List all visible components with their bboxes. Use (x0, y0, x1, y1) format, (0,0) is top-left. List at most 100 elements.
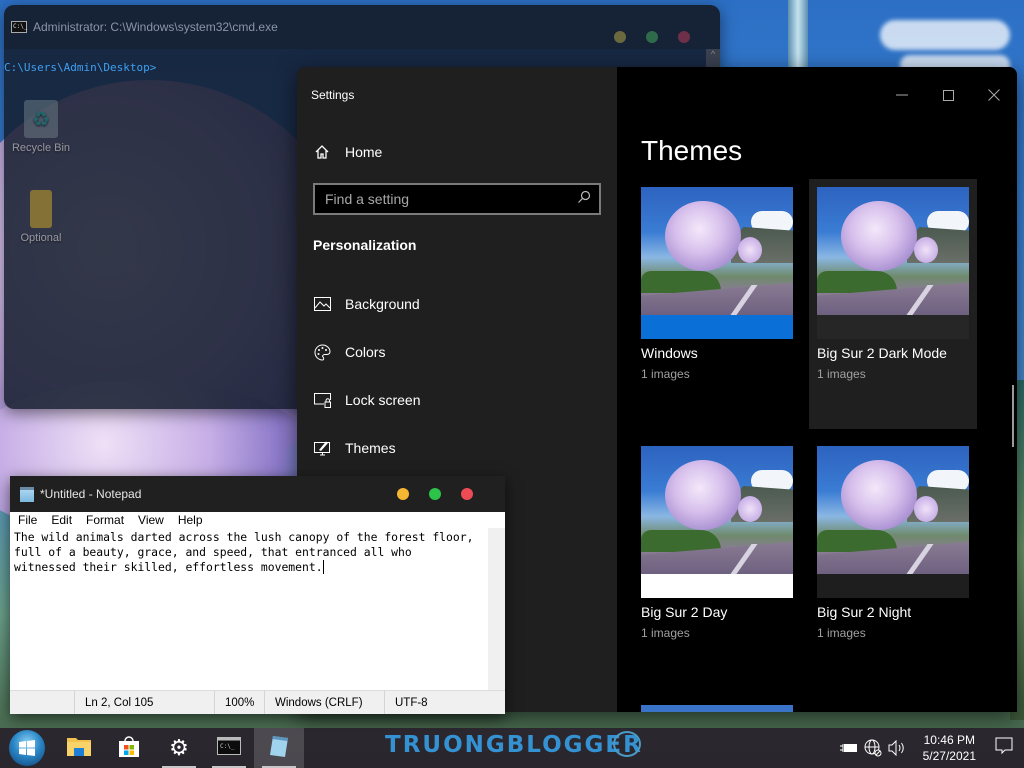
notepad-text-area[interactable]: The wild animals darted across the lush … (10, 528, 488, 690)
desktop-icon-label: Recycle Bin (11, 142, 71, 154)
page-title: Themes (641, 135, 743, 166)
notepad-title: *Untitled - Notepad (40, 487, 142, 501)
cmd-window-icon: C:\_ (11, 21, 27, 33)
taskbar-settings[interactable]: ⚙ (154, 728, 204, 768)
nav-colors-label: Colors (345, 344, 386, 360)
taskbar-file-explorer[interactable] (54, 728, 104, 768)
cmd-minimize-button[interactable] (614, 31, 626, 43)
cmd-maximize-button[interactable] (646, 31, 658, 43)
folder-icon (30, 190, 52, 228)
notepad-content: The wild animals darted across the lush … (14, 530, 474, 574)
cmd-close-button[interactable] (678, 31, 690, 43)
theme-name: Big Sur 2 Dark Mode (817, 345, 947, 361)
theme-image-count: 1 images (641, 367, 690, 381)
menu-help[interactable]: Help (178, 513, 203, 527)
store-icon (118, 735, 140, 762)
home-icon (313, 143, 331, 161)
nav-themes[interactable]: Themes (313, 439, 396, 457)
cmd-scroll-up-button[interactable]: ^ (706, 49, 720, 69)
themes-pane: Themes Windows 1 images Big Sur 2 Dark M… (617, 67, 1017, 712)
themes-scrollbar[interactable] (1012, 385, 1014, 447)
text-caret (322, 560, 324, 574)
lock-screen-icon (313, 391, 331, 409)
theme-thumbnail (817, 187, 969, 339)
theme-card-big-sur-2-day[interactable]: Big Sur 2 Day 1 images (633, 438, 801, 688)
minimize-button[interactable] (879, 81, 925, 109)
notepad-window-controls (397, 488, 473, 500)
network-icon[interactable] (861, 728, 885, 768)
desktop-icon-recycle-bin[interactable]: ♻ Recycle Bin (6, 100, 76, 154)
nav-lock-screen-label: Lock screen (345, 392, 421, 408)
theme-accent-bar (817, 315, 969, 339)
settings-window-title: Settings (311, 88, 355, 102)
nav-themes-label: Themes (345, 440, 396, 456)
theme-card-big-sur-2-dark-mode[interactable]: Big Sur 2 Dark Mode 1 images (809, 179, 977, 429)
notification-icon (995, 737, 1013, 760)
theme-card-big-sur-2-night[interactable]: Big Sur 2 Night 1 images (809, 438, 977, 688)
nav-background[interactable]: Background (313, 295, 420, 313)
palette-icon (313, 343, 331, 361)
theme-thumbnail (817, 446, 969, 598)
notepad-maximize-button[interactable] (429, 488, 441, 500)
theme-image-count: 1 images (817, 367, 866, 381)
system-tray: 10:46 PM 5/27/2021 (837, 728, 1024, 768)
nav-home-label: Home (345, 144, 383, 160)
clock[interactable]: 10:46 PM 5/27/2021 (915, 732, 984, 764)
status-zoom: 100% (214, 691, 264, 714)
theme-accent-bar (817, 574, 969, 598)
desktop-icon-label: Optional (20, 232, 62, 244)
cmd-icon: C:\_ (217, 736, 241, 760)
desktop-icon-optional[interactable]: Optional (6, 190, 76, 244)
status-encoding: UTF-8 (384, 691, 505, 714)
gear-icon: ⚙ (169, 735, 189, 760)
theme-preview-image (817, 446, 969, 574)
notepad-status-bar: Ln 2, Col 105 100% Windows (CRLF) UTF-8 (10, 690, 505, 714)
start-button[interactable] (0, 728, 54, 768)
theme-accent-bar (641, 315, 793, 339)
taskbar-store[interactable] (104, 728, 154, 768)
image-icon (313, 295, 331, 313)
settings-search-input[interactable] (325, 191, 577, 207)
maximize-button[interactable] (925, 81, 971, 109)
theme-name: Windows (641, 345, 698, 361)
taskbar-cmd[interactable]: C:\_ (204, 728, 254, 768)
theme-card-windows[interactable]: Windows 1 images (633, 179, 801, 429)
nav-home[interactable]: Home (313, 143, 382, 161)
theme-name: Big Sur 2 Night (817, 604, 912, 620)
clock-time: 10:46 PM (923, 733, 975, 747)
menu-edit[interactable]: Edit (51, 513, 72, 527)
svg-text:C:\_: C:\_ (220, 743, 235, 750)
taskbar-notepad[interactable] (254, 728, 304, 768)
battery-icon[interactable] (837, 728, 861, 768)
theme-image-count: 1 images (641, 626, 690, 640)
theme-name: Big Sur 2 Day (641, 604, 728, 620)
nav-colors[interactable]: Colors (313, 343, 385, 361)
settings-search[interactable] (313, 183, 601, 215)
notepad-scrollbar[interactable] (488, 528, 505, 690)
cmd-titlebar[interactable]: C:\_ Administrator: C:\Windows\system32\… (4, 5, 720, 49)
cmd-window-title: Administrator: C:\Windows\system32\cmd.e… (33, 20, 278, 34)
action-center-button[interactable] (984, 728, 1024, 768)
settings-window-controls (879, 81, 1017, 109)
theme-card-partial[interactable] (641, 705, 793, 712)
notepad-minimize-button[interactable] (397, 488, 409, 500)
recycle-bin-icon: ♻ (24, 100, 58, 138)
menu-format[interactable]: Format (86, 513, 124, 527)
search-icon[interactable] (577, 190, 591, 209)
volume-icon[interactable] (885, 728, 909, 768)
theme-preview-image (641, 446, 793, 574)
notepad-icon (20, 486, 34, 502)
close-button[interactable] (971, 81, 1017, 109)
theme-thumbnail (641, 187, 793, 339)
themes-icon (313, 439, 331, 457)
notepad-window[interactable]: *Untitled - Notepad File Edit Format Vie… (10, 476, 505, 714)
status-line-ending: Windows (CRLF) (264, 691, 384, 714)
notepad-close-button[interactable] (461, 488, 473, 500)
wallpaper-cloud (880, 20, 1010, 50)
cmd-window-controls (614, 31, 690, 43)
menu-file[interactable]: File (18, 513, 37, 527)
nav-lock-screen[interactable]: Lock screen (313, 391, 420, 409)
status-position: Ln 2, Col 105 (74, 691, 214, 714)
menu-view[interactable]: View (138, 513, 164, 527)
wallpaper-pole (788, 0, 808, 70)
